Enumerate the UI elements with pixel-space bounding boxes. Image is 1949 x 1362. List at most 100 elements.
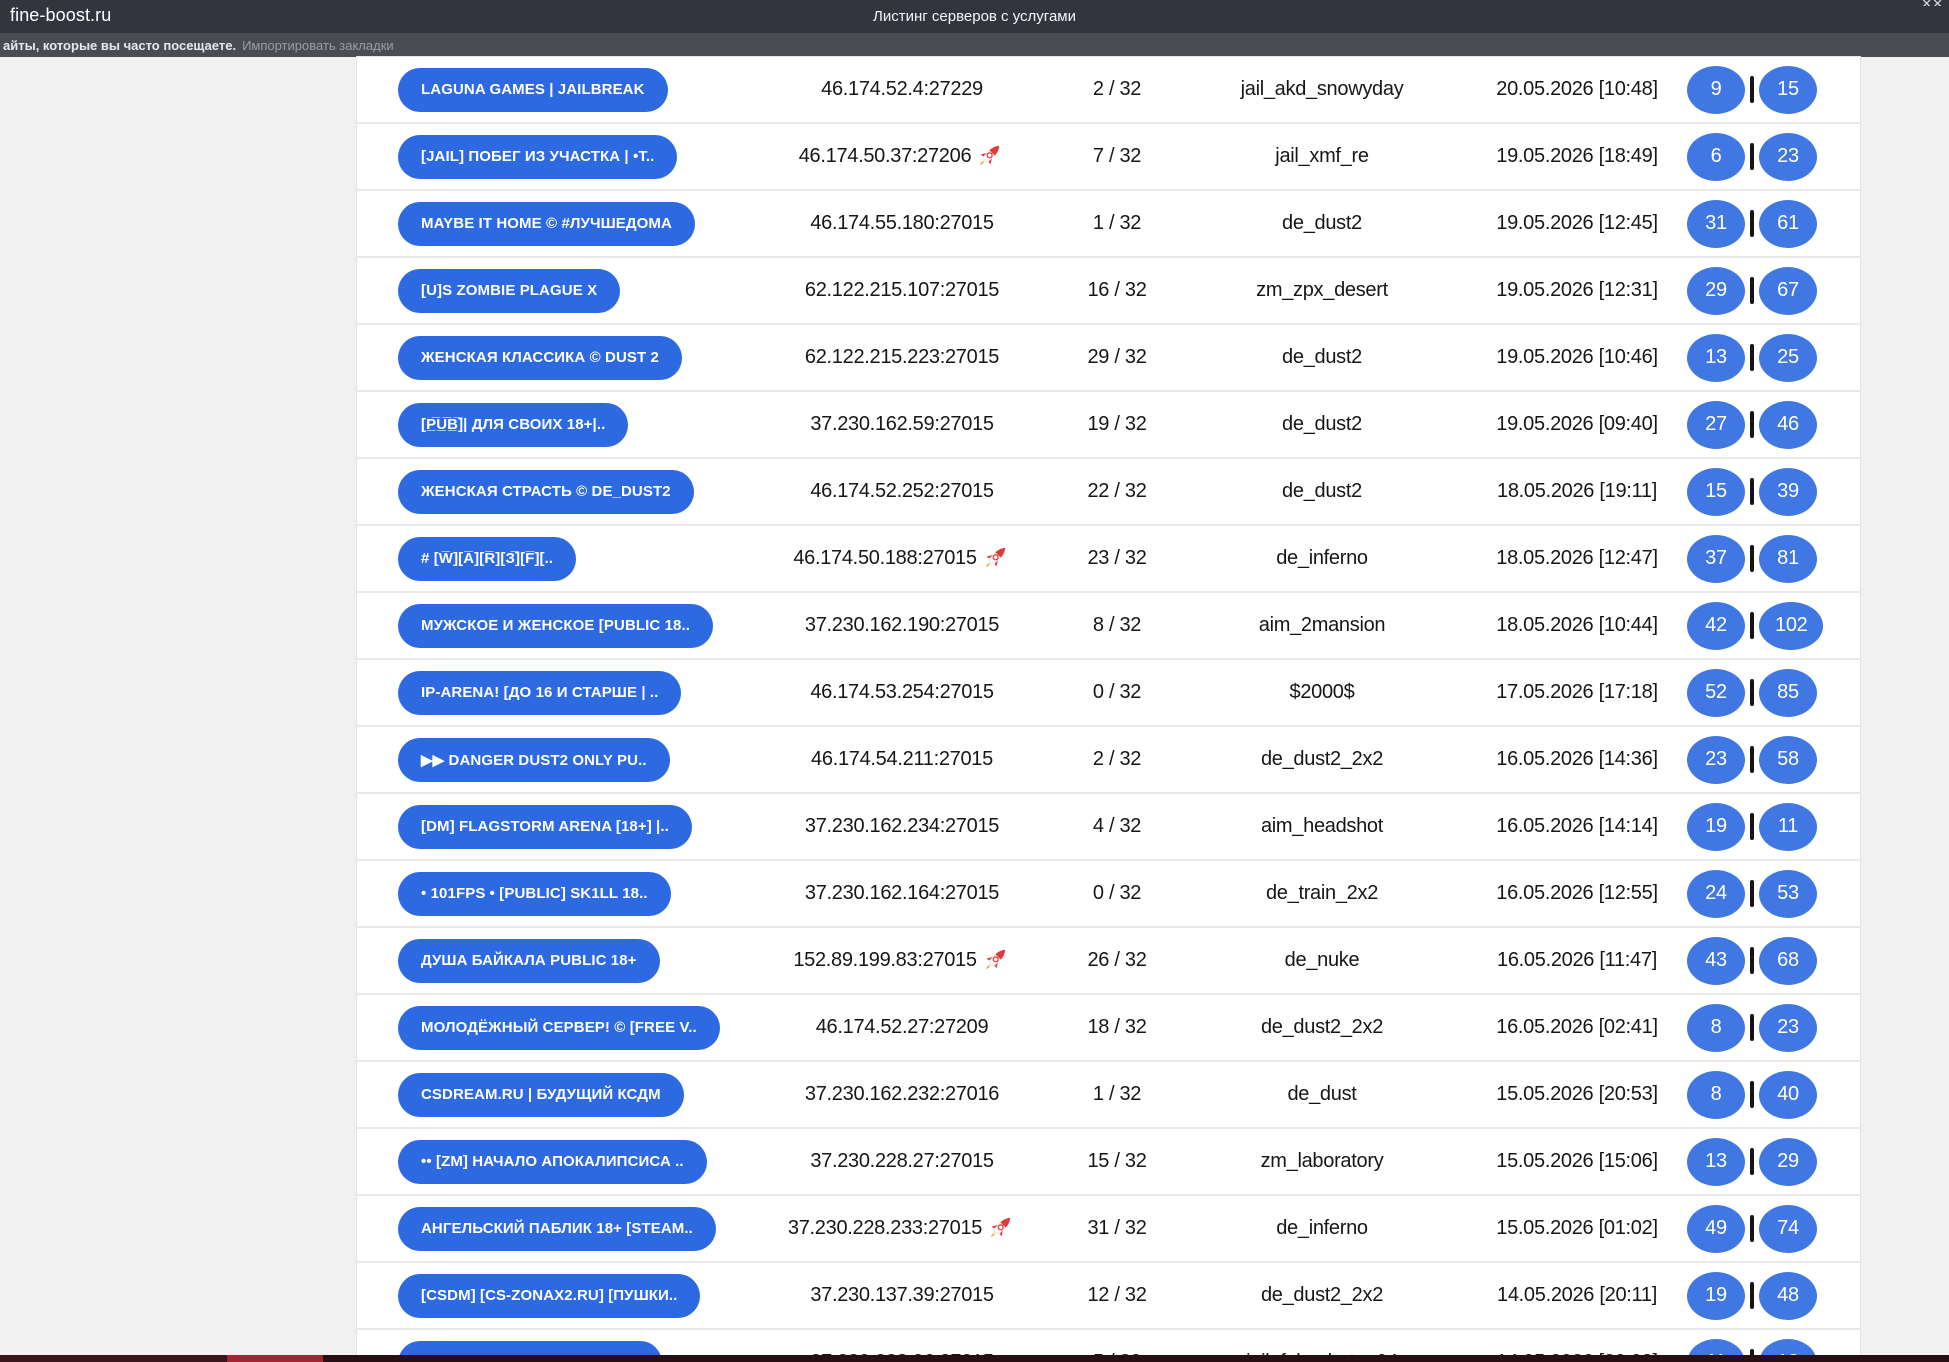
server-ip-cell: 46.174.52.27:27209 [737, 1016, 1067, 1039]
vote-separator [1750, 1215, 1754, 1242]
server-players-cell: 23 / 32 [1067, 547, 1167, 570]
vote-separator [1750, 880, 1754, 907]
server-name-button[interactable]: • 101FPS • [PUBLIC] SK1LL 18.. [398, 872, 671, 916]
table-row: [CSDM] [CS-ZONAX2.RU] [ПУШКИ.. 37.230.13… [357, 1261, 1860, 1328]
table-row: ЖЕНСКАЯ СТРАСТЬ © DE_DUST2 46.174.52.252… [357, 457, 1860, 524]
server-votes-cell: 19 11 [1677, 803, 1860, 851]
server-name-button[interactable]: CSDREAM.RU | БУДУЩИЙ КСДМ [398, 1073, 684, 1117]
server-name-button[interactable]: [U]S ZOMBIE PLAGUE X [398, 269, 620, 313]
server-name-button[interactable]: LAGUNA GAMES | JAILBREAK [398, 68, 668, 112]
table-row: •• [ZM] НАЧАЛО АПОКАЛИПСИСА .. 37.230.22… [357, 1127, 1860, 1194]
players-count: 15 / 32 [1087, 1150, 1146, 1173]
vote-badge-right: 48 [1759, 1272, 1817, 1320]
table-row: ЖЕНСКАЯ КЛАССИКА © DUST 2 62.122.215.223… [357, 323, 1860, 390]
server-name-button[interactable]: ДУША БАЙКАЛА PUBLIC 18+ [398, 939, 660, 983]
map-name: aim_2mansion [1259, 614, 1385, 637]
server-name-cell: ЖЕНСКАЯ КЛАССИКА © DUST 2 [357, 336, 737, 380]
vote-badge-right: 102 [1759, 602, 1823, 650]
listing-date: 16.05.2026 [14:36] [1496, 748, 1657, 771]
server-name-button[interactable]: IP-ARENA! [ДО 16 И СТАРШЕ | .. [398, 671, 681, 715]
server-name-button[interactable]: ▶▶ DANGER DUST2 ONLY PU.. [398, 738, 670, 782]
server-name-button[interactable]: # [W̅][A̅][R̅][З̅][F̅][.. [398, 537, 576, 581]
vote-separator [1750, 1081, 1754, 1108]
table-row: • 101FPS • [PUBLIC] SK1LL 18.. 37.230.16… [357, 859, 1860, 926]
server-map-cell: zm_zpx_desert [1167, 279, 1477, 302]
server-name-button[interactable]: МУЖСКОЕ И ЖЕНСКОЕ [PUBLIC 18.. [398, 604, 713, 648]
server-name-button[interactable]: АНГЕЛЬСКИЙ ПАБЛИК 18+ [STEAM.. [398, 1207, 716, 1251]
map-name: de_dust2_2x2 [1261, 748, 1383, 771]
server-name-cell: [CSDM] [CS-ZONAX2.RU] [ПУШКИ.. [357, 1274, 737, 1318]
server-ip: 37.230.162.190:27015 [805, 614, 999, 637]
server-players-cell: 8 / 32 [1067, 614, 1167, 637]
server-votes-cell: 19 48 [1677, 1272, 1860, 1320]
server-name-button[interactable]: [P̲̅U̲̅B̲̅]| ДЛЯ СВОИХ 18+|.. [398, 403, 628, 447]
vote-badge-left: 49 [1687, 1205, 1745, 1253]
server-date-cell: 15.05.2026 [01:02] [1477, 1217, 1677, 1240]
table-row: CSDREAM.RU | БУДУЩИЙ КСДМ 37.230.162.232… [357, 1060, 1860, 1127]
server-ip-cell: 46.174.52.252:27015 [737, 480, 1067, 503]
table-row: МОЛОДЁЖНЫЙ СЕРВЕР! © [FREE V.. 46.174.52… [357, 993, 1860, 1060]
server-name-button[interactable]: [CSDM] [CS-ZONAX2.RU] [ПУШКИ.. [398, 1274, 700, 1318]
server-name-button[interactable]: ЖЕНСКАЯ КЛАССИКА © DUST 2 [398, 336, 682, 380]
bookmarks-bar: айты, которые вы часто посещаете. Импорт… [0, 33, 1949, 57]
server-name-button[interactable]: МОЛОДЁЖНЫЙ СЕРВЕР! © [FREE V.. [398, 1006, 720, 1050]
listing-date: 20.05.2026 [10:48] [1496, 78, 1657, 101]
vote-badge-right: 58 [1759, 736, 1817, 784]
vote-badge-right: 23 [1759, 1004, 1817, 1052]
site-label: fine-boost.ru [10, 5, 111, 26]
server-ip: 62.122.215.223:27015 [805, 346, 999, 369]
map-name: de_dust2 [1282, 413, 1362, 436]
server-date-cell: 19.05.2026 [18:49] [1477, 145, 1677, 168]
vote-badge-right: 29 [1759, 1138, 1817, 1186]
listing-date: 18.05.2026 [12:47] [1496, 547, 1657, 570]
server-name-button[interactable]: [DM] FLAGSTORM ARENA [18+] |.. [398, 805, 692, 849]
server-map-cell: de_dust2_2x2 [1167, 1016, 1477, 1039]
server-name-cell: # [W̅][A̅][R̅][З̅][F̅][.. [357, 537, 737, 581]
table-row: MAYBE IT HOME © #ЛУЧШЕДОМА 46.174.55.180… [357, 189, 1860, 256]
server-ip-cell: 62.122.215.107:27015 [737, 279, 1067, 302]
server-name-cell: [P̲̅U̲̅B̲̅]| ДЛЯ СВОИХ 18+|.. [357, 403, 737, 447]
vote-separator [1750, 679, 1754, 706]
server-ip: 46.174.55.180:27015 [810, 212, 993, 235]
server-ip-cell: 152.89.199.83:27015 [737, 948, 1067, 974]
server-name-button[interactable]: •• [ZM] НАЧАЛО АПОКАЛИПСИСА .. [398, 1140, 707, 1184]
clipped-text-fragment: ✕✕ [1921, 0, 1943, 6]
server-name-button[interactable]: MAYBE IT HOME © #ЛУЧШЕДОМА [398, 202, 695, 246]
vote-badge-right: 23 [1759, 133, 1817, 181]
vote-badge-left: 24 [1687, 870, 1745, 918]
server-ip: 37.230.162.232:27016 [805, 1083, 999, 1106]
vote-badge-right: 39 [1759, 468, 1817, 516]
import-bookmarks-link[interactable]: Импортировать закладки [242, 38, 394, 53]
server-votes-cell: 43 68 [1677, 937, 1860, 985]
server-date-cell: 19.05.2026 [12:31] [1477, 279, 1677, 302]
server-name-cell: [U]S ZOMBIE PLAGUE X [357, 269, 737, 313]
server-name-cell: [DM] FLAGSTORM ARENA [18+] |.. [357, 805, 737, 849]
vote-badge-right: 15 [1759, 66, 1817, 114]
table-row: МУЖСКОЕ И ЖЕНСКОЕ [PUBLIC 18.. 37.230.16… [357, 591, 1860, 658]
rocket-boost-icon [975, 140, 1005, 170]
server-ip-cell: 37.230.162.59:27015 [737, 413, 1067, 436]
server-ip: 152.89.199.83:27015 [793, 949, 976, 972]
server-date-cell: 18.05.2026 [19:11] [1477, 480, 1677, 503]
server-players-cell: 18 / 32 [1067, 1016, 1167, 1039]
server-players-cell: 2 / 32 [1067, 78, 1167, 101]
vote-separator [1750, 1014, 1754, 1041]
server-date-cell: 17.05.2026 [17:18] [1477, 681, 1677, 704]
server-name-cell: MAYBE IT HOME © #ЛУЧШЕДОМА [357, 202, 737, 246]
server-name-button[interactable]: [JAIL] ПОБЕГ ИЗ УЧАСТКА | •Т.. [398, 135, 677, 179]
server-ip: 37.230.162.234:27015 [805, 815, 999, 838]
server-players-cell: 15 / 32 [1067, 1150, 1167, 1173]
rocket-boost-icon [986, 1212, 1016, 1242]
map-name: zm_laboratory [1261, 1150, 1384, 1173]
vote-separator [1750, 411, 1754, 438]
listing-date: 19.05.2026 [18:49] [1496, 145, 1657, 168]
players-count: 0 / 32 [1093, 681, 1141, 704]
players-count: 1 / 32 [1093, 212, 1141, 235]
listing-date: 14.05.2026 [20:11] [1497, 1284, 1657, 1307]
vote-badge-right: 53 [1759, 870, 1817, 918]
map-name: zm_zpx_desert [1256, 279, 1388, 302]
server-name-button[interactable]: ЖЕНСКАЯ СТРАСТЬ © DE_DUST2 [398, 470, 694, 514]
server-ip: 37.230.137.39:27015 [810, 1284, 993, 1307]
server-votes-cell: 42 102 [1677, 602, 1860, 650]
server-date-cell: 19.05.2026 [10:46] [1477, 346, 1677, 369]
